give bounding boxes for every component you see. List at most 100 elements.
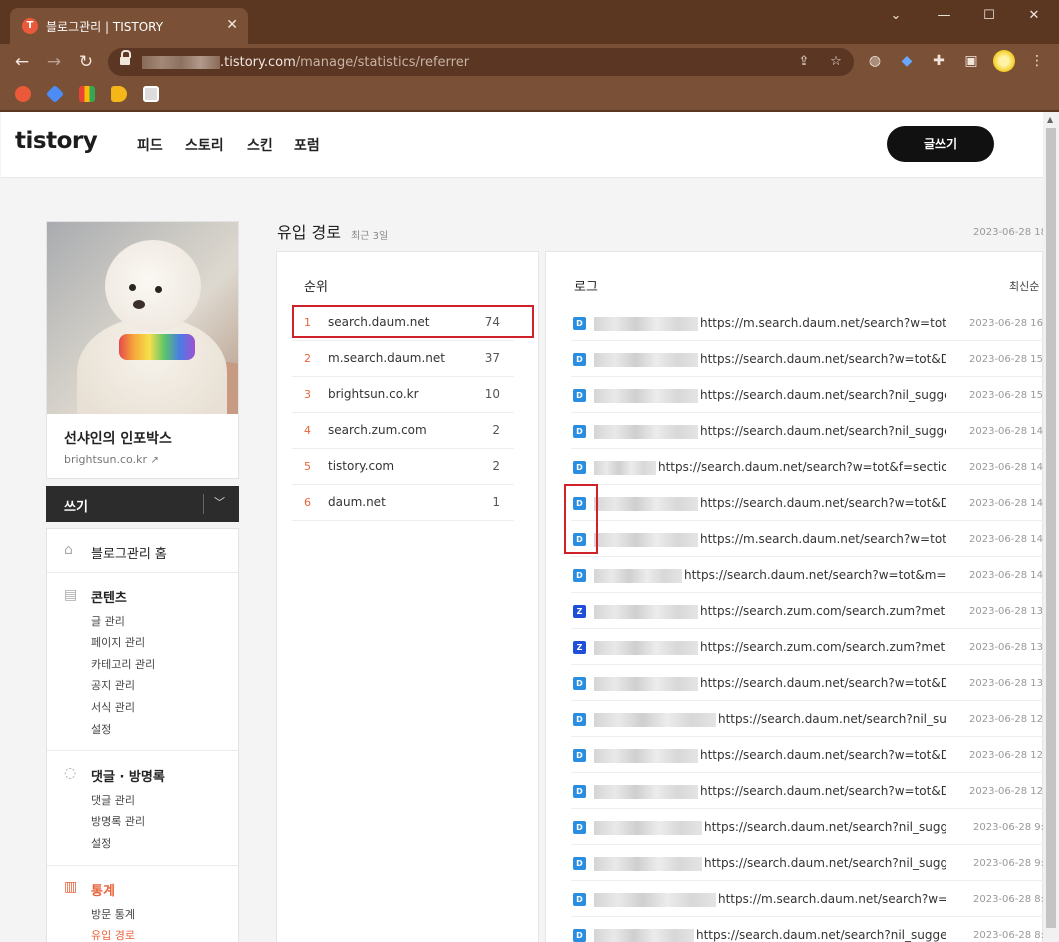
nav-skin[interactable]: 스킨 [247, 135, 273, 155]
sidebar-item-comment-settings[interactable]: 설정 [91, 835, 111, 851]
nav-story[interactable]: 스토리 [185, 135, 224, 155]
browser-tab[interactable]: T 블로그관리 | TISTORY ✕ [10, 8, 248, 44]
sidebar-item-templates[interactable]: 서식 관리 [91, 699, 135, 715]
mouse-extension-icon[interactable]: ◍ [864, 50, 886, 72]
reload-icon[interactable]: ↻ [74, 50, 98, 74]
sidebar-item-referrer[interactable]: 유입 경로 [91, 927, 135, 942]
ranking-row[interactable]: 6 daum.net 1 [292, 485, 514, 521]
log-url-link[interactable]: https://m.search.daum.net/search?w=tot&q… [700, 532, 946, 546]
sidebar-item-pages[interactable]: 페이지 관리 [91, 634, 145, 650]
log-url-link[interactable]: https://search.daum.net/search?w=tot&DA=… [700, 676, 946, 690]
log-url-link[interactable]: https://search.daum.net/search?w=tot&m=&… [684, 568, 946, 582]
log-row[interactable]: Dhttps://search.daum.net/search?w=tot&DA… [571, 665, 1043, 701]
sidebar-section-contents[interactable]: 콘텐츠 [91, 587, 127, 606]
scrollbar-thumb[interactable] [1046, 128, 1056, 928]
log-row[interactable]: Dhttps://m.search.daum.net/search?w=to··… [571, 881, 1043, 917]
bookmark-store-icon[interactable] [143, 86, 159, 102]
log-row[interactable]: Dhttps://search.daum.net/search?nil_sugg… [571, 413, 1043, 449]
log-row[interactable]: Dhttps://search.daum.net/search?nil_sugg… [571, 809, 1043, 845]
tistory-logo[interactable]: tistory [15, 128, 98, 154]
bookmark-star-icon[interactable]: ☆ [826, 52, 846, 72]
rank-site[interactable]: tistory.com [328, 459, 394, 473]
back-icon[interactable]: ← [10, 50, 34, 74]
ranking-row[interactable]: 2 m.search.daum.net 37 [292, 341, 514, 377]
forward-icon[interactable]: → [42, 50, 66, 74]
log-url-link[interactable]: https://search.daum.net/search?w=tot&DA=… [700, 784, 946, 798]
write-post-button[interactable]: 글쓰기 [887, 126, 994, 162]
nav-forum[interactable]: 포럼 [294, 135, 320, 155]
log-row[interactable]: Dhttps://search.daum.net/search?w=tot&DA… [571, 737, 1043, 773]
bookmark-gmail-icon[interactable] [79, 86, 95, 102]
sidebar-item-notices[interactable]: 공지 관리 [91, 677, 135, 693]
log-url-link[interactable]: https://search.daum.net/search?w=tot&DA=… [700, 496, 946, 510]
daum-source-icon: D [573, 569, 586, 582]
log-url-link[interactable]: https://search.daum.net/search?nil_sugge… [704, 856, 946, 870]
side-panel-icon[interactable]: ▣ [960, 50, 982, 72]
address-bar[interactable]: .tistory.com/manage/statistics/referrer … [108, 48, 854, 76]
extensions-puzzle-icon[interactable]: ✚ [928, 50, 950, 72]
log-row[interactable]: Dhttps://search.daum.net/search?w=tot&f=… [571, 449, 1043, 485]
log-url-link[interactable]: https://search.daum.net/search?w=tot&f=s… [658, 460, 946, 474]
ranking-row[interactable]: 3 brightsun.co.kr 10 [292, 377, 514, 413]
tab-search-icon[interactable]: ⌄ [881, 6, 911, 26]
bookmark-d-icon[interactable] [111, 86, 127, 102]
rank-site[interactable]: brightsun.co.kr [328, 387, 419, 401]
log-row[interactable]: Dhttps://search.daum.net/search?nil_sug·… [571, 701, 1043, 737]
rank-site[interactable]: m.search.daum.net [328, 351, 445, 365]
ranking-row[interactable]: 4 search.zum.com 2 [292, 413, 514, 449]
sidebar-item-home[interactable]: 블로그관리 홈 [91, 543, 167, 562]
log-url-link[interactable]: https://search.daum.net/search?nil_sugge… [700, 424, 946, 438]
sidebar-item-comments[interactable]: 댓글 관리 [91, 792, 135, 808]
rank-site[interactable]: search.zum.com [328, 423, 427, 437]
log-url-link[interactable]: https://search.daum.net/search?w=tot&DA=… [700, 748, 946, 762]
maximize-icon[interactable]: ☐ [974, 6, 1004, 26]
sidebar-item-visit-stats[interactable]: 방문 통계 [91, 906, 135, 922]
bookmark-gem-icon[interactable] [45, 84, 65, 104]
page-scrollbar[interactable]: ▲ [1043, 112, 1059, 942]
sidebar-item-categories[interactable]: 카테고리 관리 [91, 656, 155, 672]
log-url-link[interactable]: https://m.search.daum.net/search?w=to··· [718, 892, 946, 906]
sidebar-item-content-settings[interactable]: 설정 [91, 721, 111, 737]
blog-url-link[interactable]: brightsun.co.kr ↗ [64, 453, 159, 466]
log-url-link[interactable]: https://search.daum.net/search?nil_sugge… [704, 820, 946, 834]
log-url-link[interactable]: https://search.daum.net/search?nil_sugge… [696, 928, 946, 942]
sidebar-item-guestbook[interactable]: 방명록 관리 [91, 813, 145, 829]
chevron-down-icon[interactable]: ﹀ [214, 494, 225, 510]
gem-extension-icon[interactable]: ◆ [896, 50, 918, 72]
log-row[interactable]: Dhttps://search.daum.net/search?nil_sugg… [571, 845, 1043, 881]
log-row[interactable]: Dhttps://m.search.daum.net/search?w=tot&… [571, 521, 1043, 557]
log-row[interactable]: Dhttps://search.daum.net/search?w=tot&DA… [571, 485, 1043, 521]
log-sort-toggle[interactable]: 최신순 [1009, 278, 1039, 294]
tab-close-icon[interactable]: ✕ [226, 17, 238, 33]
log-url-link[interactable]: https://m.search.daum.net/search?w=tot&q… [700, 316, 946, 330]
profile-avatar[interactable] [993, 50, 1015, 72]
sidebar-item-posts[interactable]: 글 관리 [91, 613, 125, 629]
log-row[interactable]: Zhttps://search.zum.com/search.zum?metho… [571, 593, 1043, 629]
log-row[interactable]: Dhttps://search.daum.net/search?nil_sugg… [571, 917, 1043, 942]
log-row[interactable]: Dhttps://search.daum.net/search?w=tot&m=… [571, 557, 1043, 593]
log-url-link[interactable]: https://search.daum.net/search?nil_sugge… [700, 388, 946, 402]
log-row[interactable]: Dhttps://search.daum.net/search?w=tot&DA… [571, 341, 1043, 377]
sidebar-section-stats[interactable]: 통계 [91, 880, 115, 899]
log-url-link[interactable]: https://search.daum.net/search?w=tot&DA=… [700, 352, 946, 366]
log-url-link[interactable]: https://search.daum.net/search?nil_sug··… [718, 712, 946, 726]
blog-name[interactable]: 선샤인의 인포박스 [64, 428, 172, 448]
ranking-row[interactable]: 5 tistory.com 2 [292, 449, 514, 485]
log-row[interactable]: Zhttps://search.zum.com/search.zum?metho… [571, 629, 1043, 665]
url-text[interactable]: .tistory.com/manage/statistics/referrer [220, 55, 469, 70]
log-row[interactable]: Dhttps://search.daum.net/search?nil_sugg… [571, 377, 1043, 413]
rank-site[interactable]: daum.net [328, 495, 386, 509]
minimize-icon[interactable]: — [929, 6, 959, 26]
menu-kebab-icon[interactable]: ⋮ [1026, 50, 1048, 72]
share-icon[interactable]: ⇪ [794, 52, 814, 72]
log-row[interactable]: Dhttps://m.search.daum.net/search?w=tot&… [571, 305, 1043, 341]
log-url-link[interactable]: https://search.zum.com/search.zum?metho·… [700, 604, 946, 618]
log-url-link[interactable]: https://search.zum.com/search.zum?metho·… [700, 640, 946, 654]
sidebar-write-button[interactable]: 쓰기 ﹀ [46, 486, 239, 522]
scroll-up-icon[interactable]: ▲ [1047, 115, 1053, 124]
sidebar-section-comments[interactable]: 댓글 · 방명록 [91, 766, 165, 785]
log-row[interactable]: Dhttps://search.daum.net/search?w=tot&DA… [571, 773, 1043, 809]
bookmark-tistory-icon[interactable] [15, 86, 31, 102]
window-close-icon[interactable]: ✕ [1019, 6, 1049, 26]
nav-feed[interactable]: 피드 [137, 135, 163, 155]
